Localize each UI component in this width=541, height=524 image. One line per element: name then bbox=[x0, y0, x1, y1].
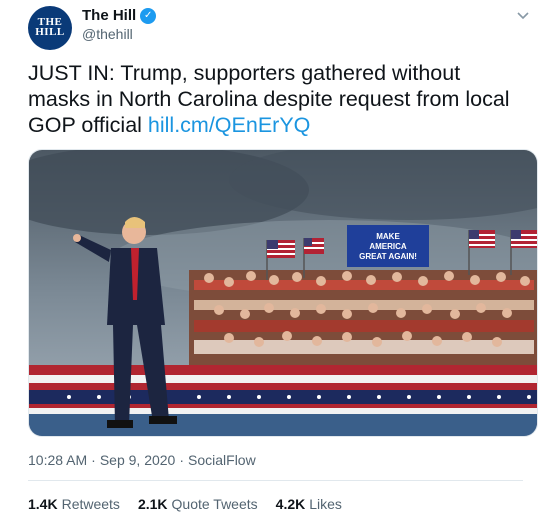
author-handle[interactable]: @thehill bbox=[82, 26, 156, 42]
quote-label: Quote Tweets bbox=[171, 496, 258, 512]
tweet-card: THE HILL The Hill ✓ @thehill JUST IN: Tr… bbox=[0, 0, 541, 524]
retweet-label: Retweets bbox=[61, 496, 120, 512]
retweet-count: 1.4K bbox=[28, 496, 58, 512]
like-count: 4.2K bbox=[275, 496, 306, 512]
stat-quote-tweets[interactable]: 2.1K Quote Tweets bbox=[138, 496, 258, 512]
meta-separator: · bbox=[179, 452, 185, 468]
chevron-down-icon[interactable] bbox=[515, 8, 531, 24]
avatar-text-line2: HILL bbox=[35, 26, 65, 38]
author-block: The Hill ✓ @thehill bbox=[82, 7, 157, 42]
sign-line-2: AMERICA bbox=[369, 242, 407, 251]
tweet-photo[interactable]: MAKE AMERICA GREAT AGAIN! bbox=[28, 149, 538, 437]
stat-retweets[interactable]: 1.4K Retweets bbox=[28, 496, 120, 512]
divider bbox=[28, 480, 523, 481]
engagement-stats: 1.4K Retweets 2.1K Quote Tweets 4.2K Likes bbox=[28, 496, 342, 512]
tweet-meta: 10:28 AM · Sep 9, 2020 · SocialFlow bbox=[28, 452, 256, 468]
tweet-time[interactable]: 10:28 AM bbox=[28, 452, 87, 468]
tweet-source[interactable]: SocialFlow bbox=[188, 452, 256, 468]
like-label: Likes bbox=[309, 496, 342, 512]
sign-line-3: GREAT AGAIN! bbox=[359, 252, 417, 261]
quote-count: 2.1K bbox=[137, 496, 168, 512]
tweet-link[interactable]: hill.cm/QEnErYQ bbox=[148, 113, 310, 137]
name-row: The Hill ✓ bbox=[82, 7, 157, 24]
author-avatar[interactable]: THE HILL bbox=[28, 6, 72, 50]
author-display-name[interactable]: The Hill bbox=[82, 7, 136, 24]
verified-badge-icon: ✓ bbox=[140, 7, 157, 24]
tweet-date[interactable]: Sep 9, 2020 bbox=[100, 452, 176, 468]
rally-photo-illustration: MAKE AMERICA GREAT AGAIN! bbox=[29, 150, 537, 436]
tweet-text: JUST IN: Trump, supporters gathered with… bbox=[28, 60, 528, 138]
sign-line-1: MAKE bbox=[376, 232, 400, 241]
stat-likes[interactable]: 4.2K Likes bbox=[276, 496, 342, 512]
meta-separator: · bbox=[91, 452, 96, 468]
